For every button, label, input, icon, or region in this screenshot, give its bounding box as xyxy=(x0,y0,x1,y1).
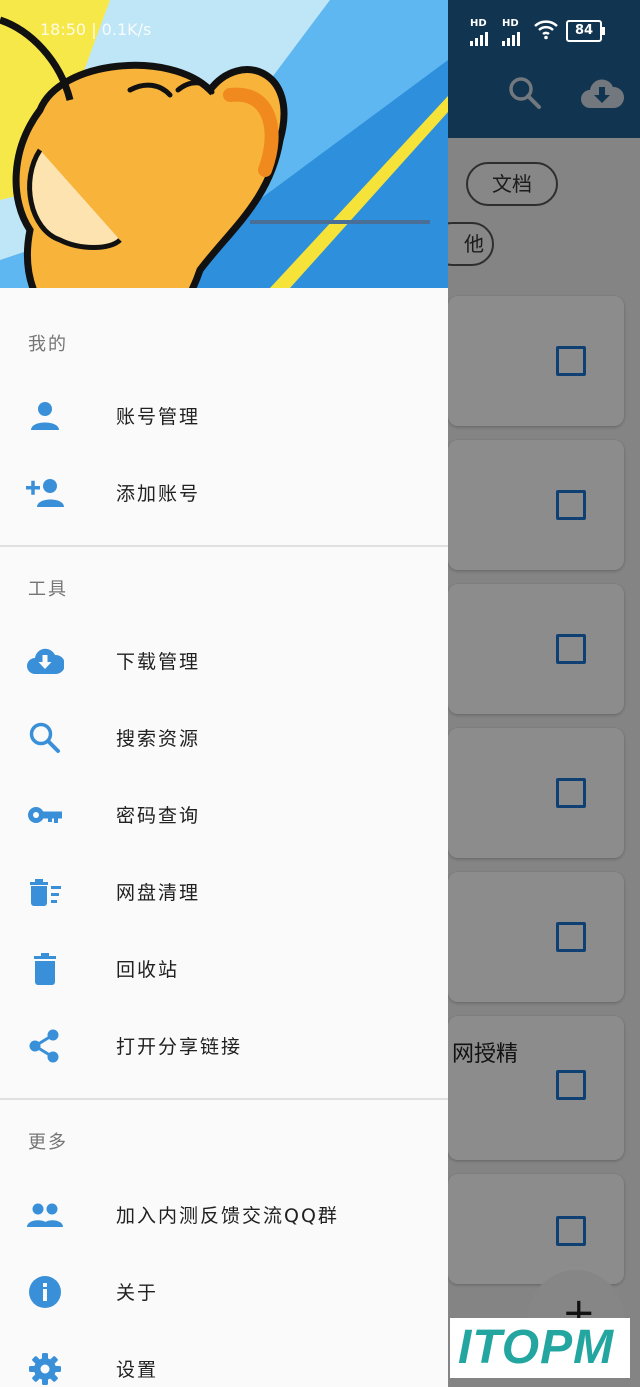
section-title-tools: 工具 xyxy=(28,579,68,600)
menu-item-label: 设置 xyxy=(116,1359,159,1381)
menu-item-open-share-link[interactable]: 打开分享链接 xyxy=(0,1008,448,1085)
status-time: 18:50 | 0.1K/s xyxy=(40,20,152,39)
add-account-icon xyxy=(26,479,64,507)
menu-item-label: 密码查询 xyxy=(116,805,201,827)
menu-item-label: 添加账号 xyxy=(116,483,201,505)
navigation-drawer: 我的 账号管理 添加账号 工具 下载管理 搜索资源 密码查询 网盘清理 回收站 … xyxy=(0,0,448,1387)
watermark-logo: ITOPM xyxy=(450,1318,630,1378)
menu-item-account-management[interactable]: 账号管理 xyxy=(0,378,448,455)
menu-item-label: 网盘清理 xyxy=(116,882,201,904)
menu-item-download-management[interactable]: 下载管理 xyxy=(0,623,448,700)
status-bar: 18:50 | 0.1K/s HD HD 84 xyxy=(0,0,640,60)
delete-sweep-icon xyxy=(30,879,61,906)
cloud-download-icon xyxy=(27,648,64,674)
menu-item-label: 回收站 xyxy=(116,959,180,981)
menu-item-join-qq-group[interactable]: 加入内测反馈交流QQ群 xyxy=(0,1177,448,1254)
menu-item-label: 关于 xyxy=(116,1282,159,1304)
menu-item-search-resources[interactable]: 搜索资源 xyxy=(0,700,448,777)
menu-item-password-query[interactable]: 密码查询 xyxy=(0,777,448,854)
section-title-mine: 我的 xyxy=(28,334,68,355)
menu-item-label: 下载管理 xyxy=(116,651,201,673)
wifi-icon xyxy=(534,20,558,40)
share-icon xyxy=(29,1029,59,1063)
menu-item-recycle-bin[interactable]: 回收站 xyxy=(0,931,448,1008)
account-icon xyxy=(31,402,59,430)
trash-icon xyxy=(34,953,56,985)
search-icon xyxy=(29,722,60,753)
menu-item-label: 账号管理 xyxy=(116,406,201,428)
battery-indicator: 84 xyxy=(566,20,605,42)
signal-icon xyxy=(470,28,494,46)
key-icon xyxy=(28,807,62,823)
menu-item-add-account[interactable]: 添加账号 xyxy=(0,455,448,532)
menu-item-label: 加入内测反馈交流QQ群 xyxy=(116,1205,339,1227)
group-icon xyxy=(27,1203,63,1227)
menu-item-cloud-cleanup[interactable]: 网盘清理 xyxy=(0,854,448,931)
section-divider xyxy=(0,545,448,547)
section-divider xyxy=(0,1098,448,1100)
watermark-text: ITOPM xyxy=(458,1321,615,1374)
section-title-more: 更多 xyxy=(28,1132,68,1153)
menu-item-label: 打开分享链接 xyxy=(116,1036,243,1058)
menu-item-about[interactable]: 关于 xyxy=(0,1254,448,1331)
signal-icon xyxy=(502,28,526,46)
info-icon xyxy=(29,1276,61,1308)
gear-icon xyxy=(29,1353,61,1385)
menu-item-label: 搜索资源 xyxy=(116,728,201,750)
menu-item-settings[interactable]: 设置 xyxy=(0,1331,448,1387)
